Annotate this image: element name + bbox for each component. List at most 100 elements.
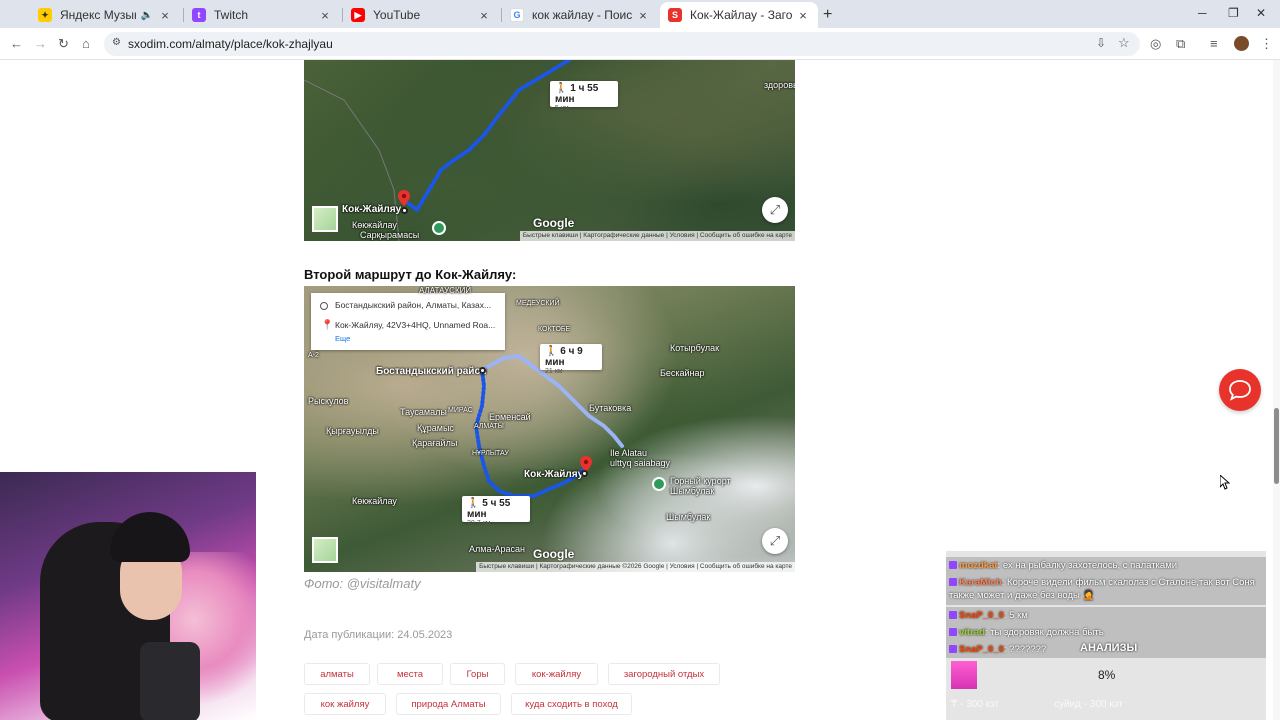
route-distance: 20,7 км xyxy=(467,520,491,527)
close-icon[interactable]: × xyxy=(796,8,810,23)
media-control-icon[interactable]: ≡ xyxy=(1210,36,1218,52)
tag-link[interactable]: Горы xyxy=(450,663,505,685)
tag-link[interactable]: алматы xyxy=(304,663,370,685)
install-app-icon[interactable]: ⇩ xyxy=(1096,36,1106,50)
tag-link[interactable]: кок жайляу xyxy=(304,693,386,715)
page-content: 🚶 1 ч 55 мин 5 км здоровь Кок-Жайляу Көк… xyxy=(0,60,1280,720)
tag-link[interactable]: кок-жайляу xyxy=(515,663,598,685)
progress-widget: 8% xyxy=(951,661,1261,689)
tab-kok-zhailau[interactable]: S Кок-Жайлау - Загородный отдых × xyxy=(660,2,818,28)
tag-link[interactable]: места xyxy=(377,663,443,685)
tab-youtube[interactable]: ▶ YouTube × xyxy=(343,2,499,28)
bookmark-star-icon[interactable]: ☆ xyxy=(1118,35,1130,51)
alt-route-box[interactable]: 🚶 6 ч 9 мин 21 км xyxy=(540,344,602,375)
mouse-cursor-icon xyxy=(1219,473,1231,495)
tag-link[interactable]: куда сходить в поход xyxy=(511,693,632,715)
section-heading: Второй маршрут до Кок-Жайляу: xyxy=(304,267,517,282)
route-map-2[interactable]: Бостандыкский район, Алматы, Казах... 📍 … xyxy=(304,286,795,572)
route-destination: Кок-Жайляу, 42V3+4HQ, Unnamed Roa... xyxy=(335,320,496,330)
map-layer-toggle[interactable] xyxy=(312,206,338,232)
site-info-icon[interactable]: ⚙ xyxy=(112,37,121,48)
webcam-overlay xyxy=(0,472,256,720)
publication-date: Дата публикации: 24.05.2023 xyxy=(304,629,453,641)
more-link[interactable]: Еще xyxy=(335,334,350,343)
chat-text: : ты здоровяк должна быть xyxy=(984,627,1104,638)
mute-icon[interactable]: 🔈 xyxy=(140,10,154,21)
tab-title: Twitch xyxy=(214,8,249,22)
map-label: Шымбулак xyxy=(670,486,715,496)
map-label: Кок-Жайляу xyxy=(524,469,584,480)
park-pin-icon xyxy=(432,221,446,235)
support-chat-button[interactable] xyxy=(1219,369,1261,411)
browser-toolbar: ← → ↻ ⌂ ⚙ sxodim.com/almaty/place/kok-zh… xyxy=(0,28,1280,60)
map-label: Кок-Жайляу xyxy=(342,204,402,215)
map-label: Көкжайлау xyxy=(352,220,397,230)
map-label: КОКТОБЕ xyxy=(538,326,571,333)
chat-username: vitrad xyxy=(959,627,985,638)
back-icon[interactable]: ← xyxy=(10,36,23,52)
chat-text: : ех на рыбалку захотелось, с палатками xyxy=(997,560,1178,571)
route-point-icon xyxy=(479,367,486,374)
route-map-1[interactable]: 🚶 1 ч 55 мин 5 км здоровь Кок-Жайляу Көк… xyxy=(304,60,795,241)
destination-pin-icon: 📍 xyxy=(321,320,334,331)
fullscreen-icon[interactable]: ⤢ xyxy=(762,528,788,554)
route-point-icon xyxy=(401,207,408,214)
map-label: ulttyq saiabagy xyxy=(610,458,671,468)
tab-google-search[interactable]: G кок жайлау - Поиск в Google × xyxy=(502,2,658,28)
minimize-icon[interactable]: ─ xyxy=(1198,6,1207,20)
chat-bubble-icon xyxy=(1229,380,1251,401)
route-origin: Бостандыкский район, Алматы, Казах... xyxy=(335,300,492,310)
forward-icon[interactable]: → xyxy=(34,36,47,52)
chat-message: SnaP_0_0: ??????? АНАЛИЗЫ xyxy=(946,641,1266,658)
map-label: Таусамалы xyxy=(400,407,447,417)
twitch-icon: t xyxy=(192,8,206,22)
address-bar[interactable]: ⚙ sxodim.com/almaty/place/kok-zhajlyau ⇩… xyxy=(104,32,1140,56)
url-text: sxodim.com/almaty/place/kok-zhajlyau xyxy=(128,37,333,51)
avatar[interactable] xyxy=(1234,36,1249,51)
main-route-box[interactable]: 🚶 5 ч 55 мин 20,7 км xyxy=(462,496,530,527)
sub-badge-icon xyxy=(949,645,957,653)
origin-icon xyxy=(320,302,328,310)
home-icon[interactable]: ⌂ xyxy=(82,36,90,52)
tag-link[interactable]: загородный отдых xyxy=(608,663,720,685)
map-label: Шымбулак xyxy=(666,512,711,522)
scrollbar-track[interactable] xyxy=(1273,60,1280,720)
tab-strip: ✦ Яндекс Музыка — собираем 🔈 × t Twitch … xyxy=(0,0,1280,28)
maximize-icon[interactable]: ❐ xyxy=(1228,6,1239,20)
google-icon: G xyxy=(510,8,524,22)
sxodim-icon: S xyxy=(668,8,682,22)
scrollbar-thumb[interactable] xyxy=(1274,408,1279,484)
sub-badge-icon xyxy=(949,628,957,636)
translate-icon[interactable]: ◎ xyxy=(1150,36,1161,52)
window-close-icon[interactable]: ✕ xyxy=(1256,6,1266,20)
close-icon[interactable]: × xyxy=(477,8,491,23)
reload-icon[interactable]: ↻ xyxy=(58,36,69,52)
chat-message: mozdkat: ех на рыбалку захотелось, с пал… xyxy=(946,557,1266,574)
google-logo: Google xyxy=(533,216,575,230)
fullscreen-icon[interactable]: ⤢ xyxy=(762,197,788,223)
close-icon[interactable]: × xyxy=(636,8,650,23)
directions-panel[interactable]: Бостандыкский район, Алматы, Казах... 📍 … xyxy=(311,293,505,350)
tab-twitch[interactable]: t Twitch × xyxy=(184,2,340,28)
goal-left: ₸ - 300 кзт xyxy=(951,699,1000,710)
youtube-icon: ▶ xyxy=(351,8,365,22)
map-label: здоровь xyxy=(764,80,795,90)
map-label: Қырғауылды xyxy=(326,426,379,436)
extensions-icon[interactable]: ⧉ xyxy=(1176,36,1185,52)
close-icon[interactable]: × xyxy=(318,8,332,23)
menu-icon[interactable]: ⋮ xyxy=(1260,36,1273,52)
close-icon[interactable]: × xyxy=(158,8,172,23)
map-label: Алма-Арасан xyxy=(469,544,525,554)
map-label: Бостандыкский район xyxy=(376,366,487,377)
map-label: Сарқырамасы xyxy=(360,230,420,240)
tag-link[interactable]: природа Алматы xyxy=(396,693,501,715)
new-tab-button[interactable]: + xyxy=(820,2,840,28)
tab-yandex-music[interactable]: ✦ Яндекс Музыка — собираем 🔈 × xyxy=(30,2,180,28)
chat-message: vitrad: ты здоровяк должна быть xyxy=(946,624,1266,641)
headphones xyxy=(110,512,190,562)
yandex-music-icon: ✦ xyxy=(38,8,52,22)
map-layer-toggle[interactable] xyxy=(312,537,338,563)
map-label: Котырбулак xyxy=(670,343,720,353)
map-footer: Быстрые клавиши | Картографические данны… xyxy=(519,231,795,241)
map-label: Бутаковка xyxy=(589,403,632,413)
